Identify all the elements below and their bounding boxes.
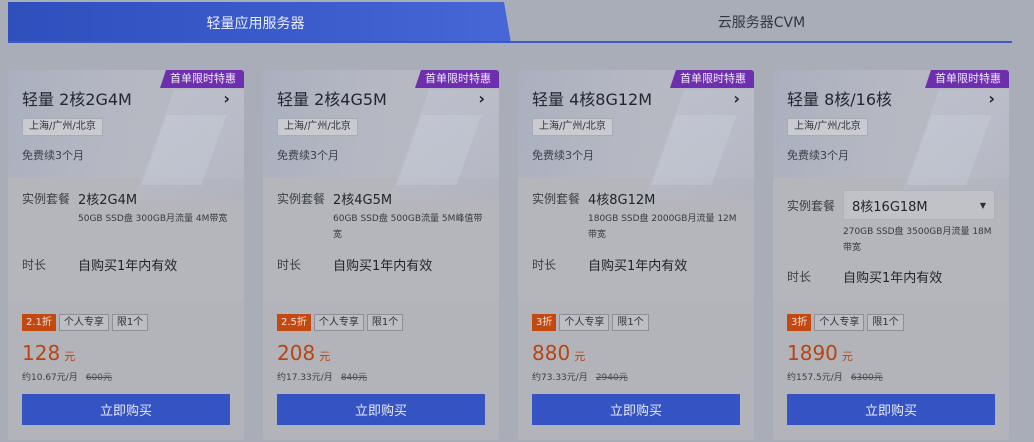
caret-down-icon: ▼ bbox=[979, 200, 986, 210]
card-title: 轻量 4核8G12M bbox=[532, 90, 653, 109]
duration-value: 自购买1年内有效 bbox=[843, 271, 943, 286]
monthly-price-row: 约73.33元/月 2940元 bbox=[532, 370, 628, 383]
price: 208 元 bbox=[277, 341, 330, 365]
buy-button[interactable]: 立即购买 bbox=[277, 394, 485, 425]
plan-value: 4核8G12M bbox=[588, 193, 656, 208]
card-title-link[interactable]: 轻量 2核2G4M › bbox=[22, 87, 230, 110]
monthly-price: 约17.33元/月 bbox=[277, 373, 333, 383]
plan-label: 实例套餐 bbox=[787, 199, 836, 213]
product-card-3: 首单限时特惠 轻量 4核8G12M › 上海/广州/北京 免费续3个月 实例套餐… bbox=[518, 70, 754, 440]
limit-tag: 限1个 bbox=[867, 314, 904, 331]
duration-value: 自购买1年内有效 bbox=[588, 259, 688, 274]
plan-desc: 60GB SSD盘 500GB流量 5M峰值带宽 bbox=[333, 214, 483, 240]
promo-badge: 首单限时特惠 bbox=[415, 70, 499, 88]
duration-label: 时长 bbox=[532, 258, 557, 272]
plan-desc: 180GB SSD盘 2000GB月流量 12M带宽 bbox=[588, 214, 737, 240]
chevron-right-icon: › bbox=[223, 88, 230, 108]
price-number: 1890 bbox=[787, 341, 838, 365]
price-number: 128 bbox=[22, 341, 61, 365]
promo-badge: 首单限时特惠 bbox=[160, 70, 244, 88]
plan-desc: 50GB SSD盘 300GB月流量 4M带宽 bbox=[78, 214, 228, 224]
original-price: 2940元 bbox=[595, 373, 628, 383]
discount-tag: 3折 bbox=[532, 314, 557, 331]
plan-select[interactable]: 8核16G18M ▼ bbox=[843, 190, 995, 220]
original-price: 600元 bbox=[85, 373, 112, 383]
original-price: 6300元 bbox=[850, 373, 883, 383]
product-card-2: 首单限时特惠 轻量 2核4G5M › 上海/广州/北京 免费续3个月 实例套餐 … bbox=[263, 70, 499, 440]
plan-desc: 270GB SSD盘 3500GB月流量 18M带宽 bbox=[843, 227, 992, 253]
monthly-price: 约10.67元/月 bbox=[22, 373, 78, 383]
product-card-4: 首单限时特惠 轻量 8核/16核 › 上海/广州/北京 免费续3个月 实例套餐 … bbox=[773, 70, 1009, 440]
price-number: 208 bbox=[277, 341, 316, 365]
tag-group: 2.1折 个人专享 限1个 bbox=[22, 314, 149, 331]
personal-tag: 个人专享 bbox=[559, 314, 610, 331]
plan-label: 实例套餐 bbox=[277, 192, 326, 206]
price: 880 元 bbox=[532, 341, 585, 365]
duration-value: 自购买1年内有效 bbox=[78, 259, 178, 274]
plan-label: 实例套餐 bbox=[532, 192, 581, 206]
discount-tag: 3折 bbox=[787, 314, 812, 331]
limit-tag: 限1个 bbox=[612, 314, 649, 331]
buy-button[interactable]: 立即购买 bbox=[787, 394, 995, 425]
limit-tag: 限1个 bbox=[111, 314, 149, 331]
tag-group: 2.5折 个人专享 限1个 bbox=[277, 314, 404, 331]
card-title-link[interactable]: 轻量 2核4G5M › bbox=[277, 87, 485, 110]
personal-tag: 个人专享 bbox=[814, 314, 865, 331]
tab-cvm[interactable]: 云服务器CVM bbox=[511, 2, 1012, 41]
chevron-right-icon: › bbox=[478, 88, 485, 108]
tab-underline bbox=[8, 41, 1012, 43]
price-unit: 元 bbox=[319, 350, 331, 363]
card-title: 轻量 2核4G5M bbox=[277, 90, 387, 109]
promo-badge: 首单限时特惠 bbox=[670, 70, 754, 88]
card-title-link[interactable]: 轻量 8核/16核 › bbox=[787, 87, 995, 110]
price: 1890 元 bbox=[787, 341, 853, 365]
monthly-price: 约73.33元/月 bbox=[532, 373, 588, 383]
card-title-link[interactable]: 轻量 4核8G12M › bbox=[532, 87, 740, 110]
duration-value: 自购买1年内有效 bbox=[333, 259, 433, 274]
product-card-1: 首单限时特惠 轻量 2核2G4M › 上海/广州/北京 免费续3个月 实例套餐 … bbox=[8, 70, 244, 440]
plan-label: 实例套餐 bbox=[22, 192, 71, 206]
chevron-right-icon: › bbox=[988, 88, 995, 108]
monthly-price-row: 约10.67元/月 600元 bbox=[22, 370, 112, 383]
region-tag: 上海/广州/北京 bbox=[277, 118, 358, 136]
chevron-right-icon: › bbox=[733, 88, 740, 108]
price-unit: 元 bbox=[64, 350, 76, 363]
price: 128 元 bbox=[22, 341, 75, 365]
duration-label: 时长 bbox=[277, 258, 302, 272]
discount-tag: 2.5折 bbox=[277, 314, 311, 331]
card-title: 轻量 8核/16核 bbox=[787, 90, 893, 109]
renew-note: 免费续3个月 bbox=[22, 149, 84, 162]
region-tag: 上海/广州/北京 bbox=[532, 118, 613, 136]
promo-badge: 首单限时特惠 bbox=[925, 70, 1009, 88]
price-unit: 元 bbox=[574, 350, 586, 363]
price-unit: 元 bbox=[841, 350, 853, 363]
renew-note: 免费续3个月 bbox=[787, 149, 849, 162]
duration-label: 时长 bbox=[22, 258, 47, 272]
original-price: 840元 bbox=[340, 373, 367, 383]
plan-value: 2核2G4M bbox=[78, 193, 138, 208]
product-tabs: 轻量应用服务器 云服务器CVM bbox=[8, 2, 1012, 43]
discount-tag: 2.1折 bbox=[22, 314, 56, 331]
renew-note: 免费续3个月 bbox=[277, 149, 339, 162]
region-tag: 上海/广州/北京 bbox=[22, 118, 103, 136]
personal-tag: 个人专享 bbox=[58, 314, 109, 331]
renew-note: 免费续3个月 bbox=[532, 149, 594, 162]
buy-button[interactable]: 立即购买 bbox=[22, 394, 230, 425]
price-number: 880 bbox=[532, 341, 571, 365]
personal-tag: 个人专享 bbox=[313, 314, 364, 331]
duration-label: 时长 bbox=[787, 270, 812, 284]
buy-button[interactable]: 立即购买 bbox=[532, 394, 740, 425]
plan-value: 2核4G5M bbox=[333, 193, 393, 208]
tab-lighthouse[interactable]: 轻量应用服务器 bbox=[8, 2, 511, 43]
monthly-price-row: 约17.33元/月 840元 bbox=[277, 370, 367, 383]
limit-tag: 限1个 bbox=[366, 314, 404, 331]
monthly-price-row: 约157.5元/月 6300元 bbox=[787, 370, 883, 383]
tag-group: 3折 个人专享 限1个 bbox=[532, 314, 649, 331]
monthly-price: 约157.5元/月 bbox=[787, 373, 843, 383]
plan-select-value: 8核16G18M bbox=[852, 199, 928, 215]
tag-group: 3折 个人专享 限1个 bbox=[787, 314, 904, 331]
card-title: 轻量 2核2G4M bbox=[22, 90, 132, 109]
region-tag: 上海/广州/北京 bbox=[787, 118, 868, 136]
